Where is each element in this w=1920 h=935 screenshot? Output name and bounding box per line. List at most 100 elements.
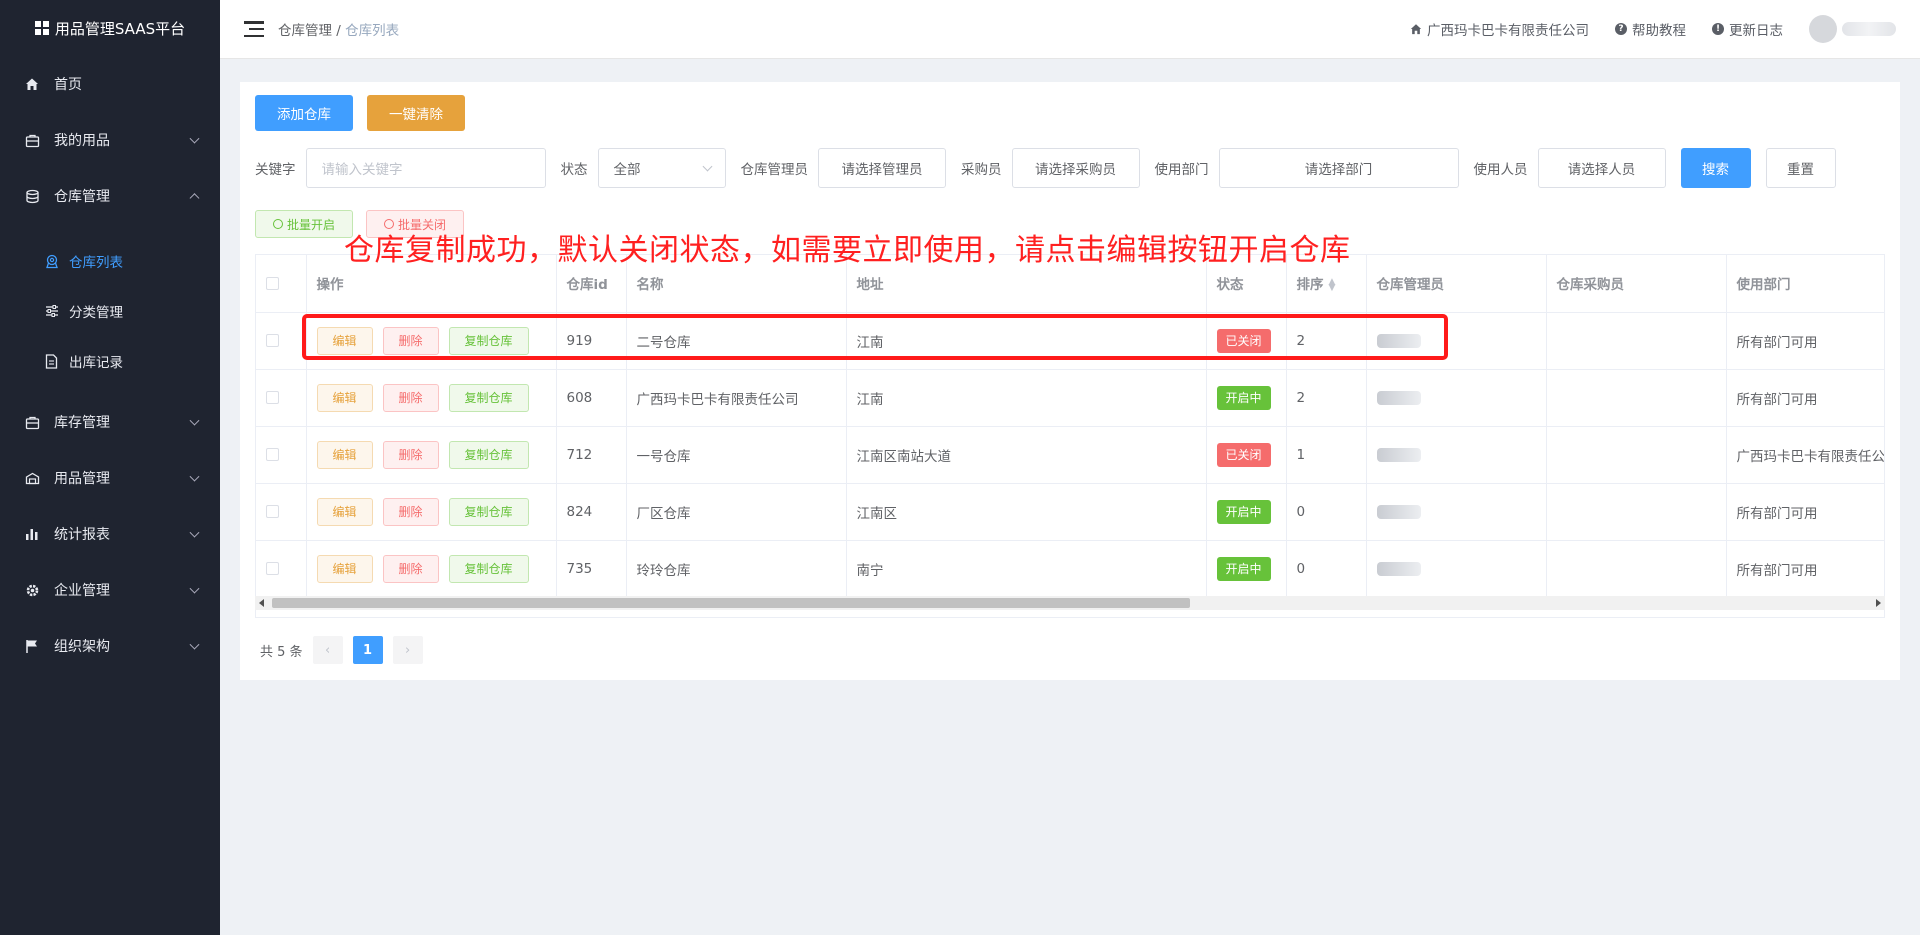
batch-open-label: 批量开启 xyxy=(286,217,335,232)
sidebar-item-outbound-records[interactable]: 出库记录 xyxy=(0,336,220,386)
bar-chart-icon xyxy=(24,526,40,542)
avatar xyxy=(1809,15,1837,43)
sidebar-item-home[interactable]: 首页 xyxy=(0,56,220,112)
select-all-checkbox[interactable] xyxy=(266,276,279,290)
status-select-value: 全部 xyxy=(613,162,641,178)
total-count: 共 5 条 xyxy=(260,644,303,660)
location-icon xyxy=(44,254,59,269)
sidebar-item-warehouse[interactable]: 仓库管理 xyxy=(0,168,220,224)
row-checkbox[interactable] xyxy=(266,562,279,575)
batch-open-button[interactable]: 批量开启 xyxy=(255,210,353,238)
row-checkbox[interactable] xyxy=(266,334,279,347)
delete-button[interactable]: 删除 xyxy=(382,440,439,469)
warehouse-id-cell: 824 xyxy=(556,483,627,541)
sidebar-item-my-supplies[interactable]: 我的用品 xyxy=(0,112,220,168)
sidebar-item-category[interactable]: 分类管理 xyxy=(0,286,220,336)
add-warehouse-button[interactable]: 添加仓库 xyxy=(255,95,353,131)
manager-cell xyxy=(1366,369,1547,427)
sort-cell: 2 xyxy=(1286,369,1367,427)
sidebar-item-enterprise[interactable]: 企业管理 xyxy=(0,562,220,618)
home-icon xyxy=(24,76,40,92)
department-cell: 所有部门可用 xyxy=(1726,540,1884,598)
buyer-cell xyxy=(1546,483,1727,541)
edit-button[interactable]: 编辑 xyxy=(316,383,373,412)
actions-cell: 编辑 删除 复制仓库 xyxy=(306,483,557,541)
search-button[interactable]: 搜索 xyxy=(1680,148,1751,188)
user-menu[interactable] xyxy=(1809,15,1896,43)
sidebar-item-label: 仓库列表 xyxy=(69,255,123,271)
sidebar-item-label: 企业管理 xyxy=(54,583,110,599)
actions-cell: 编辑 删除 复制仓库 xyxy=(306,540,557,598)
grid-icon xyxy=(34,21,49,35)
column-header: 仓库管理员 xyxy=(1366,255,1547,313)
scroll-left-icon[interactable] xyxy=(259,599,264,607)
chevron-down-icon xyxy=(189,133,200,144)
copy-warehouse-button[interactable]: 复制仓库 xyxy=(448,554,529,583)
warehouse-id-cell: 735 xyxy=(556,540,627,598)
breadcrumb-parent[interactable]: 仓库管理 xyxy=(278,23,332,39)
copy-warehouse-button[interactable]: 复制仓库 xyxy=(448,383,529,412)
sidebar-item-organization[interactable]: 组织架构 xyxy=(0,618,220,674)
next-page-button[interactable]: › xyxy=(392,636,423,664)
company-link[interactable]: 广西玛卡巴卡有限责任公司 xyxy=(1410,19,1589,39)
highlight-box xyxy=(302,314,1448,360)
manager-select[interactable]: 请选择管理员 xyxy=(818,148,946,188)
status-select[interactable]: 全部 xyxy=(597,148,726,188)
copy-warehouse-button[interactable]: 复制仓库 xyxy=(448,497,529,526)
scrollbar-thumb[interactable] xyxy=(272,598,1190,608)
app-logo[interactable]: 用品管理SAAS平台 xyxy=(0,0,220,56)
database-icon xyxy=(24,188,40,204)
box-icon xyxy=(24,470,40,486)
buyer-select[interactable]: 请选择采购员 xyxy=(1011,148,1140,188)
horizontal-scrollbar[interactable] xyxy=(255,596,1885,610)
edit-button[interactable]: 编辑 xyxy=(316,440,373,469)
row-checkbox[interactable] xyxy=(266,391,279,404)
chevron-down-icon xyxy=(189,639,200,650)
breadcrumb-separator: / xyxy=(336,23,341,39)
changelog-link[interactable]: ! 更新日志 xyxy=(1712,19,1783,39)
buyer-cell xyxy=(1546,540,1727,598)
clear-all-button[interactable]: 一键清除 xyxy=(367,95,465,131)
dept-select[interactable]: 请选择部门 xyxy=(1218,148,1459,188)
delete-button[interactable]: 删除 xyxy=(382,383,439,412)
keyword-label: 关键字 xyxy=(255,162,296,178)
page-number[interactable]: 1 xyxy=(352,636,383,664)
keyword-input[interactable]: 请输入关键字 xyxy=(305,148,546,188)
user-select[interactable]: 请选择人员 xyxy=(1537,148,1666,188)
edit-button[interactable]: 编辑 xyxy=(316,497,373,526)
sidebar-item-inventory[interactable]: 库存管理 xyxy=(0,394,220,450)
sidebar-item-label: 组织架构 xyxy=(54,639,110,655)
help-link[interactable]: ? 帮助教程 xyxy=(1615,19,1686,39)
warehouse-name-cell: 玲玲仓库 xyxy=(626,540,847,598)
gear-icon xyxy=(24,582,40,598)
status-label: 状态 xyxy=(560,162,588,178)
department-cell: 所有部门可用 xyxy=(1726,312,1884,370)
chevron-down-icon xyxy=(189,583,200,594)
table-row: 编辑 删除 复制仓库 735 玲玲仓库 南宁 开启中 0 所有部门可用 xyxy=(256,540,1884,598)
edit-button[interactable]: 编辑 xyxy=(316,554,373,583)
scroll-right-icon[interactable] xyxy=(1876,599,1881,607)
delete-button[interactable]: 删除 xyxy=(382,554,439,583)
warehouse-address-cell: 江南区南站大道 xyxy=(846,426,1207,484)
row-checkbox[interactable] xyxy=(266,505,279,518)
manager-cell xyxy=(1366,426,1547,484)
row-checkbox[interactable] xyxy=(266,448,279,461)
app-title: 用品管理SAAS平台 xyxy=(54,19,186,38)
menu-toggle-icon[interactable] xyxy=(244,21,264,37)
submenu-warehouse: 仓库列表 分类管理 出库记录 xyxy=(0,224,220,394)
row-select-cell xyxy=(256,426,307,484)
prev-page-button[interactable]: ‹ xyxy=(312,636,343,664)
copy-warehouse-button[interactable]: 复制仓库 xyxy=(448,440,529,469)
sidebar-item-label: 首页 xyxy=(54,77,82,93)
sidebar-item-reports[interactable]: 统计报表 xyxy=(0,506,220,562)
sidebar-item-supplies[interactable]: 用品管理 xyxy=(0,450,220,506)
delete-button[interactable]: 删除 xyxy=(382,497,439,526)
blurred-name xyxy=(1376,561,1421,576)
reset-button[interactable]: 重置 xyxy=(1765,148,1836,188)
sort-icon[interactable]: ▲ ▼ xyxy=(1329,278,1336,293)
top-header: 仓库管理 / 仓库列表 广西玛卡巴卡有限责任公司 ? 帮助教程 ! 更新日志 xyxy=(220,0,1920,59)
status-badge: 开启中 xyxy=(1216,385,1271,410)
warehouse-name-cell: 广西玛卡巴卡有限责任公司 xyxy=(626,369,847,427)
flag-icon xyxy=(24,638,40,654)
sidebar-item-warehouse-list[interactable]: 仓库列表 xyxy=(0,236,220,286)
